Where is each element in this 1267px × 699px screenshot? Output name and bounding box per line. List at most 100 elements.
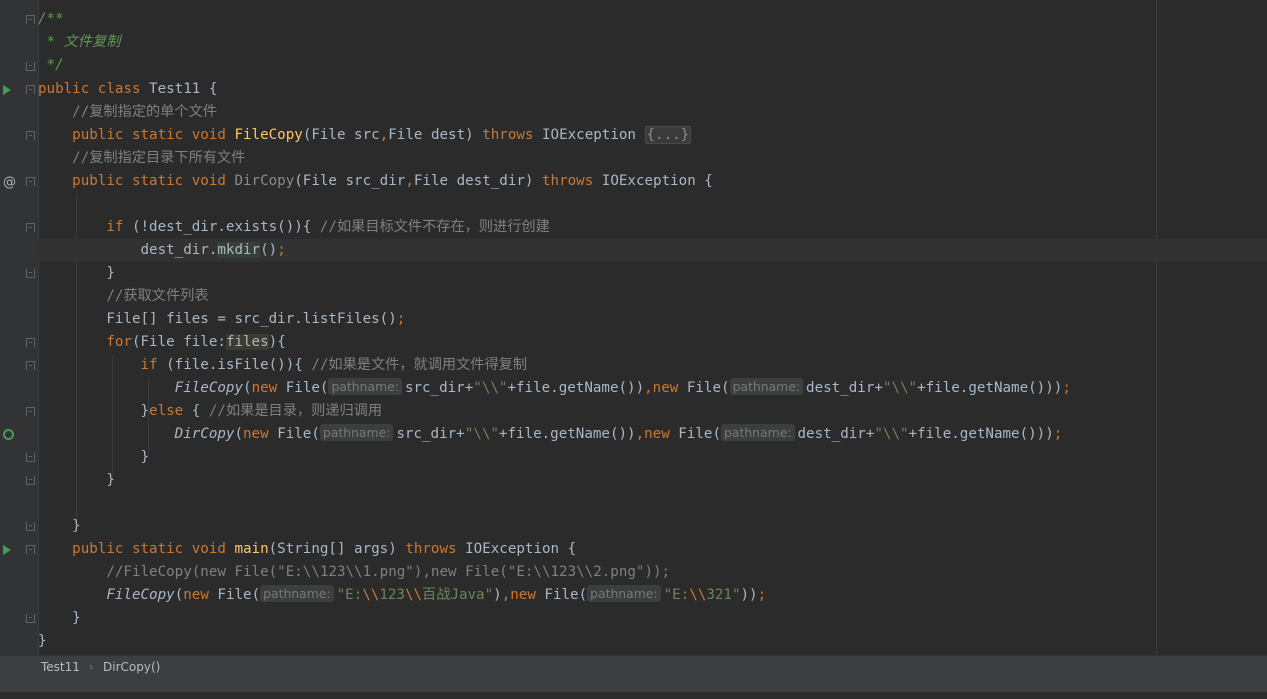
code-text: File dest) <box>388 127 483 143</box>
fold-icon[interactable] <box>26 407 35 416</box>
code-line[interactable]: public static void FileCopy(File src,Fil… <box>38 124 1267 147</box>
code-line[interactable]: FileCopy(new File(pathname: "E:\\123\\百战J… <box>38 584 1267 607</box>
code-text: } <box>38 472 115 488</box>
code-line[interactable]: public class Test11 { <box>38 78 1267 101</box>
fold-icon[interactable] <box>26 614 35 623</box>
code-line[interactable]: /** <box>38 8 1267 31</box>
class-name: Test11 { <box>149 81 218 97</box>
folded-code-block[interactable]: {...} <box>644 126 692 144</box>
code-line[interactable]: */ <box>38 54 1267 77</box>
code-line[interactable]: if (file.isFile()){ //如果是文件，就调用文件得复制 <box>38 354 1267 377</box>
keyword: new <box>251 380 286 396</box>
fold-icon[interactable] <box>26 85 35 94</box>
fold-icon[interactable] <box>26 177 35 186</box>
code-line[interactable]: //复制指定的单个文件 <box>38 101 1267 124</box>
code-text: File( <box>544 587 588 603</box>
line-comment: //如果是文件，就调用文件得复制 <box>311 357 528 373</box>
current-code-line[interactable]: dest_dir.mkdir(); <box>38 239 1267 262</box>
method-declaration: DirCopy <box>234 173 295 189</box>
code-line[interactable]: FileCopy(new File(pathname: src_dir+"\\"+… <box>38 377 1267 400</box>
fold-icon[interactable] <box>26 545 35 554</box>
code-line[interactable]: for(File file:files){ <box>38 331 1267 354</box>
code-text: IOException { <box>601 173 713 189</box>
override-icon[interactable]: @ <box>3 176 16 189</box>
fold-icon[interactable] <box>26 131 35 140</box>
code-text: } <box>38 610 81 626</box>
code-line[interactable]: } <box>38 630 1267 653</box>
doc-comment: /** <box>38 11 64 27</box>
keyword: if <box>38 219 132 235</box>
run-class-icon[interactable] <box>3 85 11 95</box>
code-line[interactable]: //复制指定目录下所有文件 <box>38 147 1267 170</box>
code-text: ( <box>234 426 244 442</box>
code-text: src_dir+ <box>404 380 474 396</box>
code-text: ){ <box>268 334 286 350</box>
fold-icon[interactable] <box>26 62 35 71</box>
code-text: File( <box>277 426 320 442</box>
punctuation: , <box>644 380 653 396</box>
parameter-hint: pathname: <box>721 424 795 441</box>
breadcrumb-class[interactable]: Test11 <box>41 656 80 678</box>
fold-icon[interactable] <box>26 361 35 370</box>
code-line[interactable]: public static void main(String[] args) t… <box>38 538 1267 561</box>
code-line[interactable]: if (!dest_dir.exists()){ //如果目标文件不存在，则进行… <box>38 216 1267 239</box>
string-literal: "E: <box>663 587 690 603</box>
code-line[interactable]: } <box>38 515 1267 538</box>
code-line[interactable]: } <box>38 607 1267 630</box>
code-line[interactable]: } <box>38 469 1267 492</box>
recursive-call-icon[interactable] <box>3 429 14 440</box>
code-line[interactable]: File[] files = src_dir.listFiles(); <box>38 308 1267 331</box>
string-literal: "\\" <box>874 426 909 442</box>
parameter-hint: pathname: <box>319 424 394 441</box>
method-declaration: main <box>234 541 269 557</box>
code-text: { <box>191 403 209 419</box>
breadcrumb: Test11 › DirCopy() <box>0 655 1267 679</box>
code-line[interactable]: //FileCopy(new File("E:\\123\\1.png"),ne… <box>38 561 1267 584</box>
code-line[interactable]: }else { //如果是目录，则递归调用 <box>38 400 1267 423</box>
fold-icon[interactable] <box>26 269 35 278</box>
keyword: if <box>38 357 167 373</box>
code-text: )) <box>740 587 758 603</box>
fold-icon[interactable] <box>26 338 35 347</box>
fold-icon[interactable] <box>26 15 35 24</box>
code-text: ( <box>243 380 252 396</box>
code-text: (file.isFile()){ <box>166 357 312 373</box>
string-literal: "\\" <box>464 426 499 442</box>
string-literal: 321" <box>706 587 741 603</box>
code-line[interactable]: * 文件复制 <box>38 31 1267 54</box>
punctuation: , <box>635 426 645 442</box>
code-text: (!dest_dir.exists()){ <box>131 219 320 235</box>
punctuation: ; <box>1062 380 1071 396</box>
fold-icon[interactable] <box>26 476 35 485</box>
run-main-icon[interactable] <box>3 545 11 555</box>
highlighted-identifier: mkdir <box>217 242 261 258</box>
code-line[interactable]: DirCopy(new File(pathname: src_dir+"\\"+f… <box>38 423 1267 446</box>
code-text: (String[] args) <box>268 541 406 557</box>
method-call: FileCopy <box>106 587 175 603</box>
code-text: (File file: <box>131 334 226 350</box>
code-text: +file.getName())) <box>908 426 1054 442</box>
code-text: File[] files = src_dir.listFiles() <box>38 311 397 327</box>
doc-comment: * 文件复制 <box>38 34 121 50</box>
code-editor[interactable]: /** * 文件复制 */ public class Test11 { //复制… <box>38 0 1267 655</box>
code-line[interactable]: //获取文件列表 <box>38 285 1267 308</box>
fold-icon[interactable] <box>26 453 35 462</box>
code-text: } <box>38 403 150 419</box>
code-text: dest_dir+ <box>797 426 875 442</box>
keyword: throws <box>482 127 542 143</box>
code-text: dest_dir+ <box>806 380 883 396</box>
code-line[interactable]: public static void DirCopy(File src_dir,… <box>38 170 1267 193</box>
code-text: +file.getName())) <box>917 380 1063 396</box>
code-text: } <box>38 449 150 465</box>
breadcrumb-method[interactable]: DirCopy() <box>103 656 160 678</box>
code-line[interactable]: } <box>38 262 1267 285</box>
fold-icon[interactable] <box>26 223 35 232</box>
highlighted-identifier: files <box>225 334 269 350</box>
string-literal: 百战Java" <box>422 587 494 603</box>
keyword: new <box>644 426 679 442</box>
line-comment: //如果是目录，则递归调用 <box>208 403 383 419</box>
fold-icon[interactable] <box>26 522 35 531</box>
code-text: ) <box>493 587 502 603</box>
code-line[interactable]: } <box>38 446 1267 469</box>
